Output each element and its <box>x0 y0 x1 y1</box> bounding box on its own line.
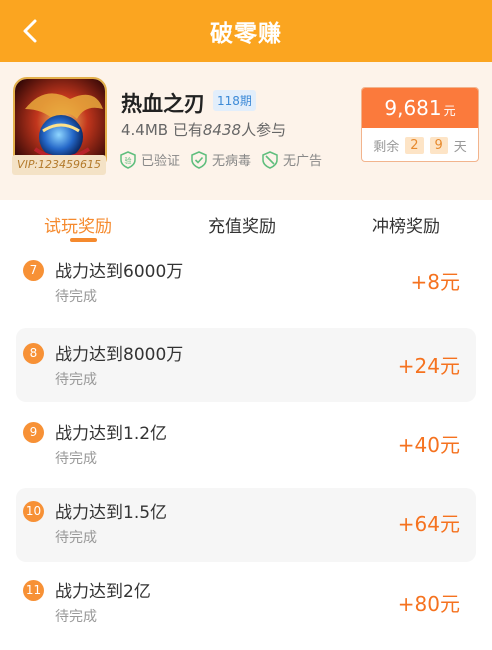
total-reward-amount: 9,681 <box>384 96 442 120</box>
badge-no-virus: 无病毒 <box>190 150 251 169</box>
issue-badge: 118期 <box>213 90 256 111</box>
task-row[interactable]: 9 战力达到1.2亿 待完成 +40元 <box>16 412 476 486</box>
app-meta: 4.4MB 已有8438人参与 <box>121 119 286 140</box>
remaining-days: 剩余 2 9 天 <box>362 128 478 161</box>
total-reward: 9,681 元 <box>362 88 478 128</box>
nav-bar: 破零赚 <box>0 0 492 62</box>
task-row[interactable]: 10 战力达到1.5亿 待完成 +64元 <box>16 488 476 562</box>
verified-icon: 验 <box>120 150 136 169</box>
remaining-label: 剩余 <box>373 139 400 155</box>
days-digit-2: 9 <box>429 136 448 154</box>
shield-check-icon <box>191 150 207 169</box>
task-row[interactable]: 11 战力达到2亿 待完成 +80元 <box>16 570 476 644</box>
days-unit: 天 <box>453 139 467 155</box>
days-digit-1: 2 <box>405 136 424 154</box>
task-reward: +8元 <box>410 270 460 294</box>
tab-recharge-reward[interactable]: 充值奖励 <box>208 212 276 237</box>
badge-no-ads: 无广告 <box>261 150 322 169</box>
no-ads-shield-icon <box>262 150 278 169</box>
task-name: 战力达到8000万 <box>55 345 184 365</box>
badge-row: 验 已验证 无病毒 无广告 <box>119 150 322 169</box>
task-row[interactable]: 7 战力达到6000万 待完成 +8元 <box>16 252 476 326</box>
svg-text:验: 验 <box>125 156 132 165</box>
app-header: VIP:123459615 热血之刃 118期 4.4MB 已有8438人参与 … <box>0 62 492 200</box>
task-status: 待完成 <box>55 372 97 388</box>
task-name: 战力达到1.2亿 <box>55 424 168 444</box>
task-status: 待完成 <box>55 289 97 305</box>
task-reward: +40元 <box>397 433 460 457</box>
task-reward: +24元 <box>397 354 460 378</box>
total-reward-box: 9,681 元 剩余 2 9 天 <box>361 87 479 162</box>
badge-verified: 验 已验证 <box>119 150 180 169</box>
page-title: 破零赚 <box>210 21 282 47</box>
task-name: 战力达到1.5亿 <box>55 503 168 523</box>
vip-label: VIP:123459615 <box>12 155 106 175</box>
tab-active-indicator <box>70 238 97 242</box>
app-name: 热血之刃 <box>121 92 205 116</box>
participants-prefix: 已有 <box>172 121 203 139</box>
task-number: 8 <box>23 343 44 364</box>
task-number: 11 <box>23 580 44 601</box>
task-reward: +80元 <box>397 592 460 616</box>
task-reward: +64元 <box>397 512 460 536</box>
task-name: 战力达到6000万 <box>55 262 184 282</box>
task-name: 战力达到2亿 <box>55 582 151 602</box>
task-number: 7 <box>23 260 44 281</box>
tab-ranking-reward[interactable]: 冲榜奖励 <box>372 212 440 237</box>
task-status: 待完成 <box>55 530 97 546</box>
task-status: 待完成 <box>55 451 97 467</box>
task-status: 待完成 <box>55 609 97 625</box>
reward-tabs: 试玩奖励 充值奖励 冲榜奖励 <box>0 208 492 244</box>
task-number: 9 <box>23 422 44 443</box>
participants-count: 8438 <box>202 121 242 139</box>
task-row[interactable]: 8 战力达到8000万 待完成 +24元 <box>16 328 476 402</box>
total-reward-unit: 元 <box>443 104 456 118</box>
app-size: 4.4MB <box>121 121 169 139</box>
participants-suffix: 人参与 <box>241 121 287 139</box>
tab-trial-reward[interactable]: 试玩奖励 <box>44 212 112 237</box>
task-number: 10 <box>23 501 44 522</box>
